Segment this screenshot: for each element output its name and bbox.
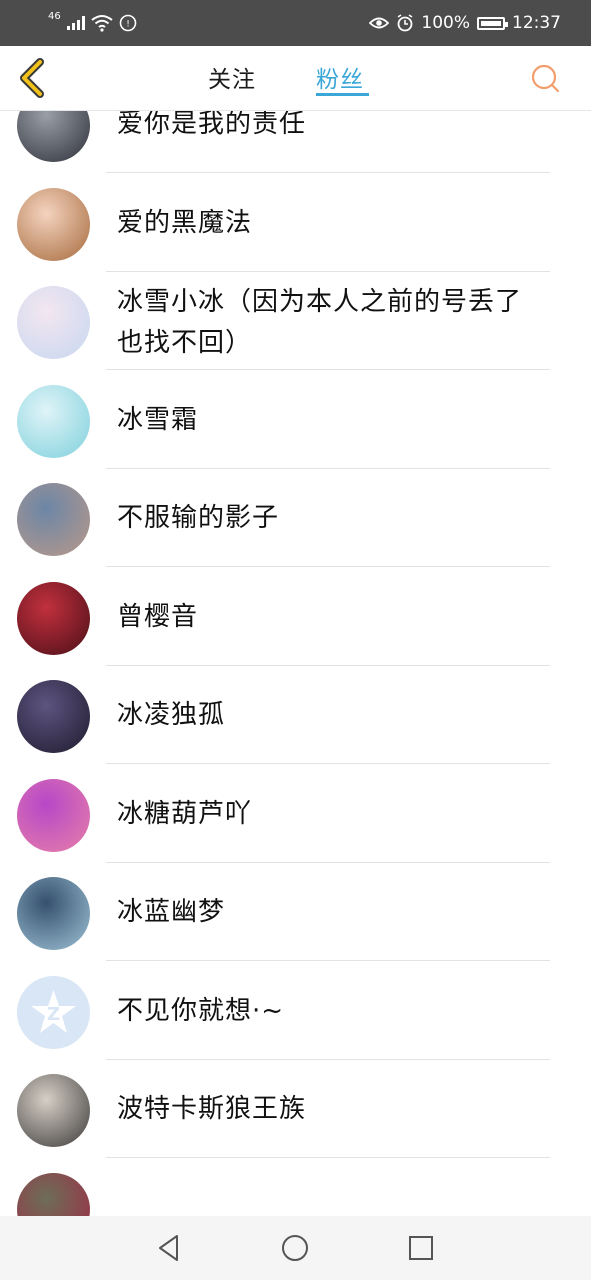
fan-list-item[interactable]: 不服输的影子 bbox=[0, 470, 591, 568]
avatar[interactable] bbox=[17, 1074, 90, 1147]
fan-list-item[interactable]: Z 不见你就想·~ bbox=[0, 963, 591, 1061]
fan-name: 曾樱音 bbox=[117, 601, 199, 632]
svg-text:Z: Z bbox=[47, 1004, 60, 1025]
fan-list-item[interactable]: 冰蓝幽梦 bbox=[0, 864, 591, 962]
fan-name: 波特卡斯狼王族 bbox=[117, 1094, 307, 1124]
fan-name: 爱的黑魔法 bbox=[117, 207, 253, 238]
fan-name: 冰雪霜 bbox=[117, 404, 199, 435]
status-bar: 46 ! 100% 12:37 bbox=[0, 0, 591, 46]
active-tab-indicator bbox=[316, 93, 369, 96]
avatar[interactable] bbox=[17, 187, 90, 261]
avatar[interactable] bbox=[17, 1172, 90, 1216]
avatar[interactable] bbox=[17, 778, 90, 852]
fan-list-item[interactable]: 冰凌独孤 bbox=[0, 667, 591, 765]
row-divider bbox=[106, 369, 550, 370]
fans-list: 爱你是我的责任 爱的黑魔法冰雪小冰（因为本人之前的号丢了也找不回） 冰雪霜不服输的影… bbox=[0, 111, 591, 1216]
fan-list-item[interactable]: 冰雪小冰（因为本人之前的号丢了也找不回） bbox=[0, 273, 591, 371]
row-divider bbox=[106, 566, 550, 567]
fan-list-item[interactable]: 曾樱音 bbox=[0, 569, 591, 667]
battery-icon bbox=[477, 16, 508, 30]
fan-list-item[interactable]: 爱的黑魔法 bbox=[0, 175, 591, 273]
fan-name: 冰糖葫芦吖 bbox=[117, 798, 253, 829]
wifi-icon bbox=[91, 15, 113, 32]
tab-fans[interactable]: 粉丝 bbox=[316, 60, 364, 94]
fan-name: 冰蓝幽梦 bbox=[117, 897, 226, 927]
fan-list-item[interactable]: 冰糖葫芦吖 bbox=[0, 766, 591, 864]
nav-recents-icon[interactable] bbox=[405, 1232, 437, 1264]
row-divider bbox=[106, 960, 550, 961]
avatar[interactable] bbox=[17, 384, 90, 458]
back-arrow-icon[interactable] bbox=[14, 56, 50, 100]
search-icon[interactable] bbox=[529, 62, 561, 94]
fan-list-item[interactable]: 波特卡斯狼王族 bbox=[0, 1061, 591, 1159]
tab-following[interactable]: 关注 bbox=[208, 60, 256, 94]
fan-name: 冰凌独孤 bbox=[117, 700, 226, 730]
system-nav-bar bbox=[0, 1216, 591, 1280]
avatar[interactable]: Z bbox=[17, 975, 90, 1049]
top-bar: 关注 粉丝 bbox=[0, 46, 591, 111]
eye-icon bbox=[369, 17, 390, 29]
row-divider bbox=[106, 172, 550, 173]
fan-list-item[interactable]: 爱你是我的责任 bbox=[0, 111, 591, 174]
nav-home-icon[interactable] bbox=[279, 1232, 311, 1264]
fan-name: 冰雪小冰（因为本人之前的号丢了也找不回） bbox=[117, 287, 523, 358]
fan-name: 爱你是我的责任 bbox=[117, 111, 307, 139]
fan-name: 不服输的影子 bbox=[117, 503, 280, 533]
row-divider bbox=[106, 1157, 550, 1158]
status-right: 100% 12:37 bbox=[369, 10, 561, 36]
row-divider bbox=[106, 861, 550, 863]
hd-icon: ! bbox=[119, 14, 137, 32]
status-left: 46 ! bbox=[48, 10, 137, 36]
fan-name: 不见你就想·~ bbox=[117, 995, 285, 1026]
avatar[interactable] bbox=[17, 483, 90, 556]
row-divider bbox=[106, 664, 550, 666]
clock: 12:37 bbox=[512, 13, 561, 33]
battery-percent: 100% bbox=[421, 13, 470, 33]
fan-list-item[interactable]: 冰雪霜 bbox=[0, 372, 591, 470]
avatar[interactable] bbox=[17, 680, 90, 753]
fan-list-item[interactable] bbox=[0, 1160, 591, 1216]
avatar[interactable] bbox=[17, 286, 90, 359]
row-divider bbox=[106, 763, 550, 764]
avatar[interactable] bbox=[17, 581, 90, 655]
svg-text:!: ! bbox=[126, 20, 130, 30]
network-type-label: 46 bbox=[48, 11, 61, 22]
alarm-icon bbox=[397, 14, 413, 32]
signal-icon bbox=[66, 16, 85, 30]
nav-back-icon[interactable] bbox=[153, 1232, 185, 1264]
row-divider bbox=[106, 1058, 550, 1060]
row-divider bbox=[106, 467, 550, 469]
row-divider bbox=[106, 270, 550, 272]
avatar[interactable] bbox=[17, 877, 90, 950]
avatar[interactable] bbox=[17, 111, 90, 162]
